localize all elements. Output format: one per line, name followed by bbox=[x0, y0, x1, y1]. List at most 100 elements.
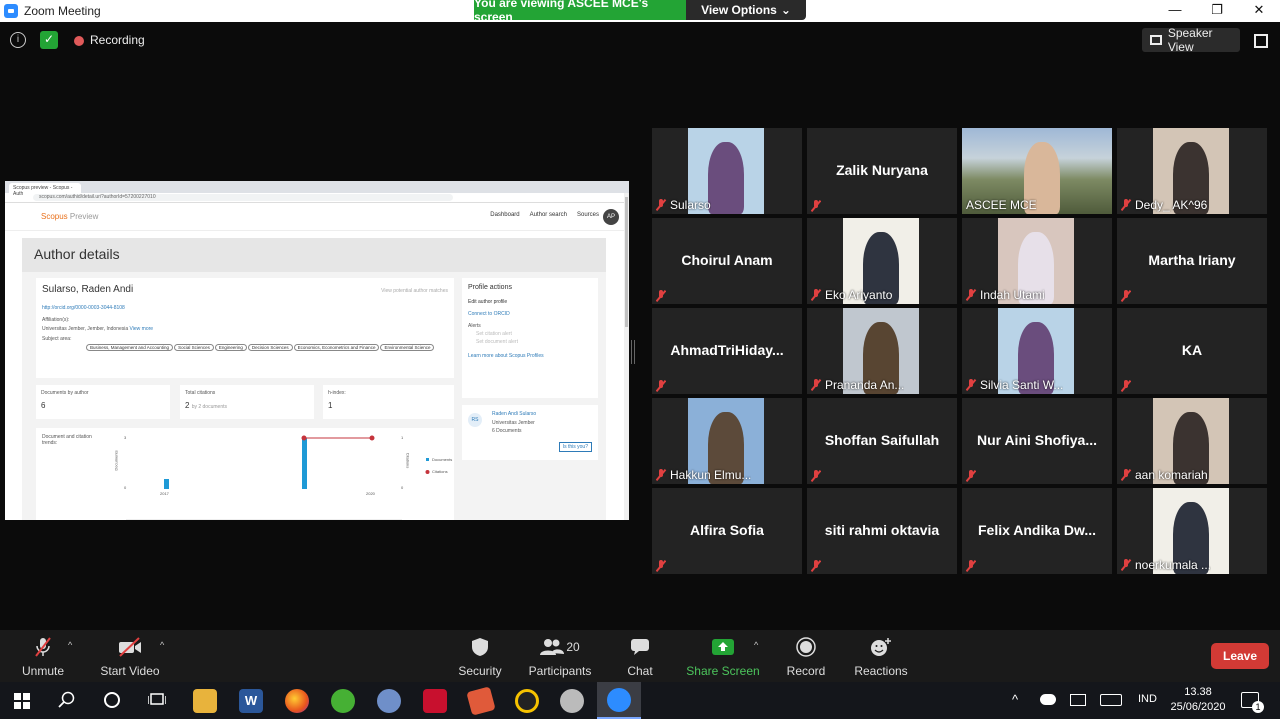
participant-name: Dedy_ AK^96 bbox=[1135, 198, 1208, 212]
view-more-link: View more bbox=[129, 326, 154, 332]
participant-tile[interactable]: Nur Aini Shofiya... bbox=[962, 398, 1112, 484]
security-button[interactable]: Security bbox=[440, 636, 520, 678]
audio-options-caret[interactable]: ^ bbox=[68, 640, 72, 650]
participant-tile[interactable]: Alfira Sofia bbox=[652, 488, 802, 574]
participant-tile[interactable]: KA bbox=[1117, 308, 1267, 394]
muted-mic-icon bbox=[1121, 380, 1131, 392]
view-options-button[interactable]: View Options ⌄ bbox=[686, 0, 806, 20]
split-divider-handle[interactable] bbox=[631, 340, 635, 364]
chat-label: Chat bbox=[627, 664, 653, 678]
video-options-caret[interactable]: ^ bbox=[160, 640, 164, 650]
participant-tile[interactable]: AhmadTriHiday... bbox=[652, 308, 802, 394]
participant-tile[interactable]: Prananda An... bbox=[807, 308, 957, 394]
participant-tile[interactable]: Felix Andika Dw... bbox=[962, 488, 1112, 574]
author-profile-card: Sularso, Raden Andi View potential autho… bbox=[36, 278, 454, 378]
file-explorer-icon[interactable] bbox=[193, 689, 217, 713]
participant-tile[interactable]: Martha Iriany bbox=[1117, 218, 1267, 304]
participant-tile[interactable]: Indah Utami bbox=[962, 218, 1112, 304]
input-language[interactable]: IND bbox=[1138, 693, 1157, 705]
meeting-info-icon[interactable]: i bbox=[10, 32, 26, 48]
reactions-button[interactable]: Reactions bbox=[841, 636, 921, 678]
share-options-caret[interactable]: ^ bbox=[754, 640, 758, 650]
participant-tile[interactable]: siti rahmi oktavia bbox=[807, 488, 957, 574]
participants-button[interactable]: 20 Participants bbox=[520, 636, 600, 678]
start-video-button[interactable]: Start Video bbox=[90, 636, 170, 678]
participant-tile[interactable]: Eko Ariyanto bbox=[807, 218, 957, 304]
speaker-view-button[interactable]: Speaker View bbox=[1142, 26, 1240, 54]
close-button[interactable]: ✕ bbox=[1238, 0, 1280, 20]
participant-tile[interactable]: Sularso bbox=[652, 128, 802, 214]
participant-tile[interactable]: ASCEE MCE bbox=[962, 128, 1112, 214]
record-label: Record bbox=[786, 664, 826, 678]
scopus-header: Scopus Preview Dashboard Author search S… bbox=[5, 203, 629, 231]
calculator-app-icon[interactable] bbox=[377, 689, 401, 713]
taskbar-clock[interactable]: 13.38 25/06/2020 bbox=[1168, 685, 1228, 715]
minimize-button[interactable]: — bbox=[1154, 0, 1196, 20]
keyboard-icon[interactable] bbox=[1100, 694, 1122, 706]
scopus-logo: Scopus Preview bbox=[41, 212, 98, 221]
mendeley-icon[interactable] bbox=[423, 689, 447, 713]
participant-label bbox=[966, 560, 976, 572]
participant-tile[interactable]: aan komariah bbox=[1117, 398, 1267, 484]
participant-tile[interactable]: Zalik Nuryana bbox=[807, 128, 957, 214]
wps-icon[interactable] bbox=[466, 686, 496, 716]
browser-address-bar: scopus.com/authid/detail.uri?authorId=57… bbox=[5, 193, 629, 203]
scopus-nav: Dashboard Author search Sources bbox=[490, 212, 599, 218]
muted-mic-icon bbox=[656, 199, 666, 211]
cortana-icon[interactable] bbox=[104, 692, 120, 708]
participants-icon: 20 bbox=[520, 636, 600, 658]
profile-actions-card: Profile actions Edit author profile Conn… bbox=[462, 278, 598, 398]
wechat-icon[interactable] bbox=[331, 689, 355, 713]
participant-label bbox=[966, 470, 976, 482]
participant-name-display: Shoffan Saifullah bbox=[824, 432, 940, 448]
documents-bar-2017 bbox=[164, 479, 169, 489]
battery-icon[interactable] bbox=[1070, 694, 1086, 706]
speaker-view-label: Speaker View bbox=[1167, 26, 1213, 54]
participant-tile[interactable]: Hakkun Elmu... bbox=[652, 398, 802, 484]
app-globe-icon[interactable] bbox=[560, 689, 584, 713]
participant-silhouette bbox=[708, 142, 744, 214]
participant-name: Hakkun Elmu... bbox=[670, 468, 752, 482]
notification-center-icon[interactable]: 1 bbox=[1241, 692, 1264, 713]
metric-label: h-index: bbox=[328, 390, 346, 396]
muted-mic-icon bbox=[656, 380, 666, 392]
participant-label bbox=[811, 470, 821, 482]
participant-tile[interactable]: Choirul Anam bbox=[652, 218, 802, 304]
share-screen-icon bbox=[683, 636, 763, 658]
left-tick-top: 3 bbox=[124, 435, 127, 440]
search-icon[interactable] bbox=[58, 691, 76, 714]
participant-name-display: Martha Iriany bbox=[1148, 252, 1236, 268]
chat-button[interactable]: Chat bbox=[600, 636, 680, 678]
metric-label: Documents by author bbox=[41, 390, 89, 396]
record-button[interactable]: Record bbox=[766, 636, 846, 678]
participant-name: Prananda An... bbox=[825, 378, 905, 392]
participant-label bbox=[656, 560, 666, 572]
task-view-icon[interactable] bbox=[147, 692, 167, 713]
qq-penguin-icon[interactable] bbox=[515, 689, 539, 713]
participant-label: Indah Utami bbox=[966, 288, 1045, 302]
firefox-icon[interactable] bbox=[285, 689, 309, 713]
legend-citations: Citations bbox=[432, 469, 448, 474]
participant-label bbox=[811, 200, 821, 212]
zoom-taskbar-button[interactable] bbox=[597, 682, 641, 719]
start-video-label: Start Video bbox=[100, 664, 160, 678]
fullscreen-icon[interactable] bbox=[1254, 34, 1268, 48]
subject-chip: Economics, Econometrics and Finance bbox=[293, 344, 380, 351]
word-icon[interactable]: W bbox=[239, 689, 263, 713]
participant-tile[interactable]: Shoffan Saifullah bbox=[807, 398, 957, 484]
participant-tile[interactable]: noerkumala ... bbox=[1117, 488, 1267, 574]
chat-bubble-icon bbox=[600, 636, 680, 658]
participant-tile[interactable]: Silvia Santi W... bbox=[962, 308, 1112, 394]
windows-start-icon[interactable] bbox=[14, 693, 30, 709]
trend-chart bbox=[126, 435, 430, 520]
cloud-sync-icon[interactable] bbox=[1040, 694, 1056, 705]
share-screen-button[interactable]: Share Screen bbox=[683, 636, 763, 678]
leave-button[interactable]: Leave bbox=[1211, 643, 1269, 669]
tray-expand-icon[interactable]: ^ bbox=[1012, 692, 1018, 707]
metric-h-index: h-index: 1 bbox=[323, 385, 454, 419]
subject-chip: Business, Management and Accounting bbox=[86, 344, 174, 351]
encryption-shield-icon[interactable] bbox=[40, 31, 58, 49]
unmute-label: Unmute bbox=[21, 664, 65, 678]
participant-tile[interactable]: Dedy_ AK^96 bbox=[1117, 128, 1267, 214]
restore-button[interactable]: ❐ bbox=[1196, 0, 1238, 20]
